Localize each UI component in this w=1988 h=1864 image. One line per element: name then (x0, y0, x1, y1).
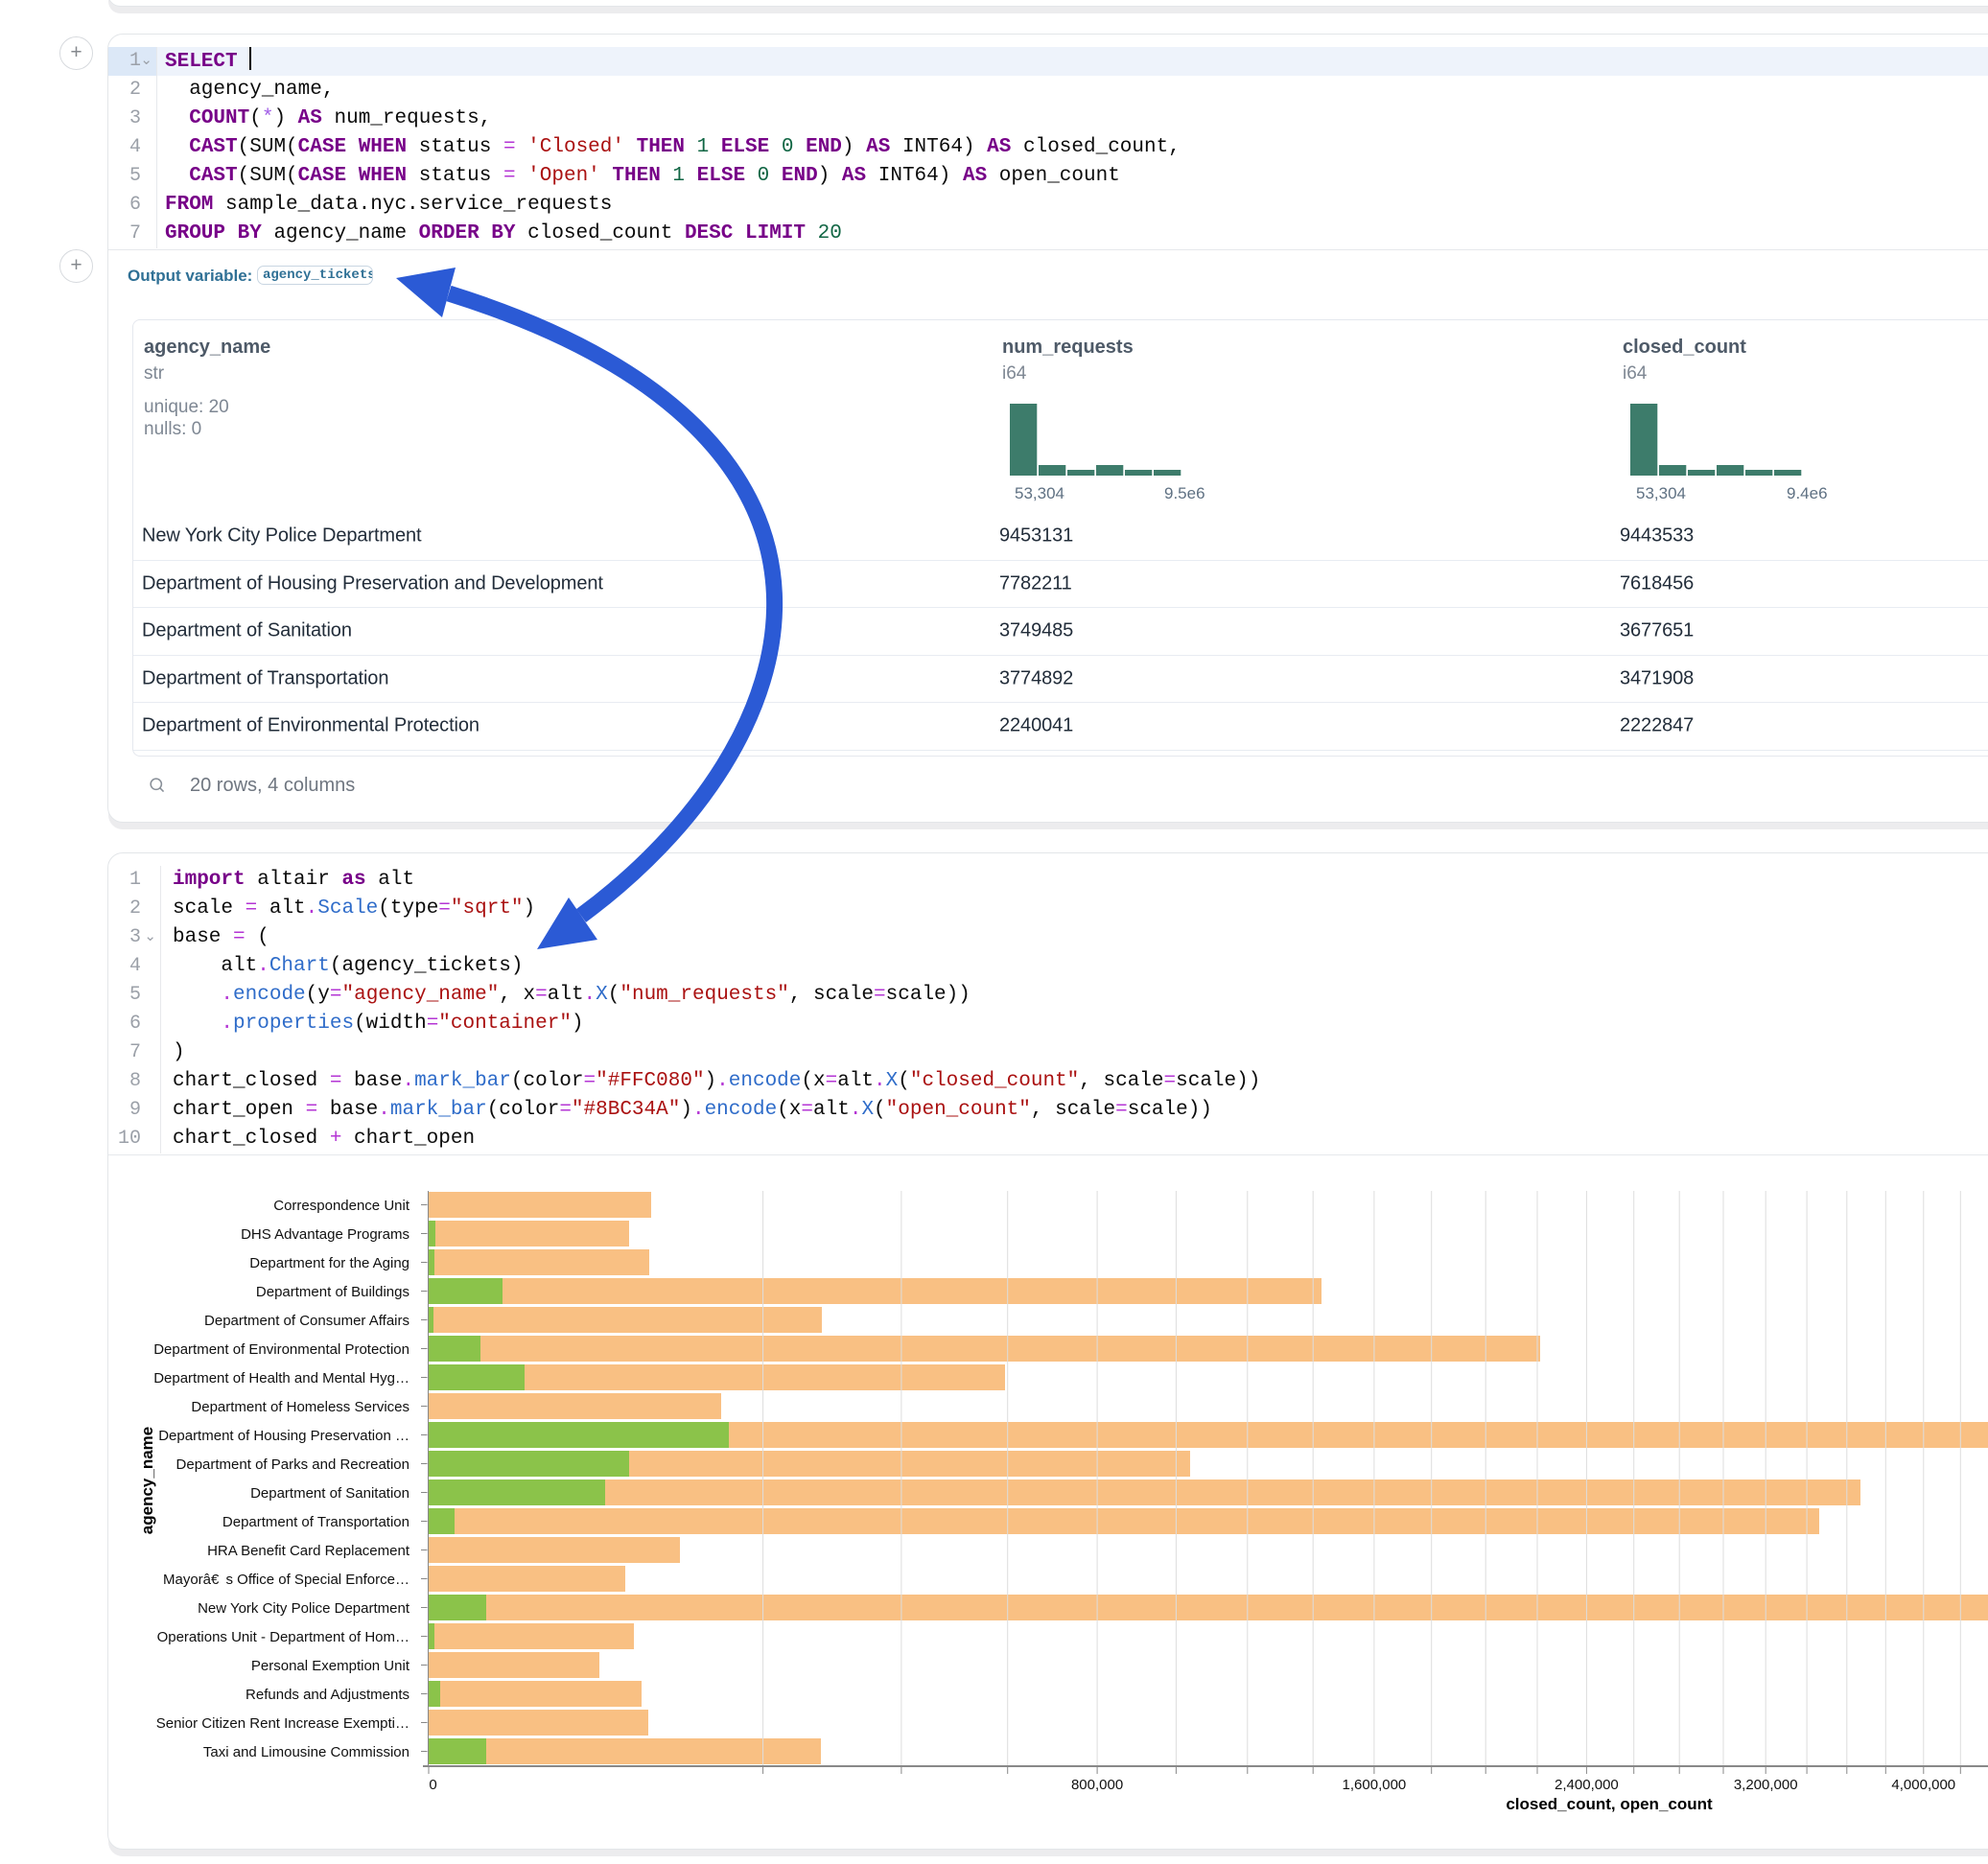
svg-text:agency_name: agency_name (138, 1427, 156, 1534)
svg-text:Operations Unit - Department o: Operations Unit - Department of Hom… (157, 1629, 409, 1645)
svg-text:0: 0 (429, 1777, 436, 1793)
svg-text:Department of Consumer Affairs: Department of Consumer Affairs (204, 1313, 409, 1329)
svg-text:Department of Environmental Pr: Department of Environmental Protection (153, 1341, 409, 1358)
svg-text:DHS Advantage Programs: DHS Advantage Programs (241, 1226, 409, 1243)
svg-text:Department of Sanitation: Department of Sanitation (250, 1485, 409, 1502)
svg-text:800,000: 800,000 (1071, 1777, 1123, 1793)
svg-text:New York City Police Departmen: New York City Police Department (198, 1600, 410, 1617)
svg-text:Department of Buildings: Department of Buildings (256, 1284, 409, 1300)
svg-text:3,200,000: 3,200,000 (1734, 1777, 1798, 1793)
svg-text:Department of Housing Preserva: Department of Housing Preservation … (158, 1428, 409, 1444)
svg-text:Taxi and Limousine Commission: Taxi and Limousine Commission (203, 1744, 409, 1760)
svg-text:Department of Health and Menta: Department of Health and Mental Hyg… (153, 1370, 409, 1386)
svg-text:Refunds and Adjustments: Refunds and Adjustments (246, 1687, 409, 1703)
svg-text:Mayorâ€ s Office of Special E: Mayorâ€ s Office of Special Enforce… (163, 1572, 409, 1588)
svg-text:closed_count, open_count: closed_count, open_count (1506, 1795, 1713, 1813)
svg-text:Department of Transportation: Department of Transportation (222, 1514, 409, 1530)
svg-text:Department of Parks and Recrea: Department of Parks and Recreation (176, 1456, 409, 1473)
svg-text:HRA Benefit Card Replacement: HRA Benefit Card Replacement (207, 1543, 410, 1559)
svg-text:Department of Homeless Service: Department of Homeless Services (191, 1399, 409, 1415)
svg-text:4,000,000: 4,000,000 (1891, 1777, 1955, 1793)
svg-text:Department for the Aging: Department for the Aging (249, 1255, 409, 1271)
svg-text:2,400,000: 2,400,000 (1555, 1777, 1619, 1793)
svg-text:1,600,000: 1,600,000 (1343, 1777, 1407, 1793)
svg-text:Correspondence Unit: Correspondence Unit (273, 1198, 410, 1214)
svg-text:Senior Citizen Rent Increase E: Senior Citizen Rent Increase Exempti… (156, 1715, 409, 1732)
svg-text:Personal Exemption Unit: Personal Exemption Unit (251, 1658, 410, 1674)
